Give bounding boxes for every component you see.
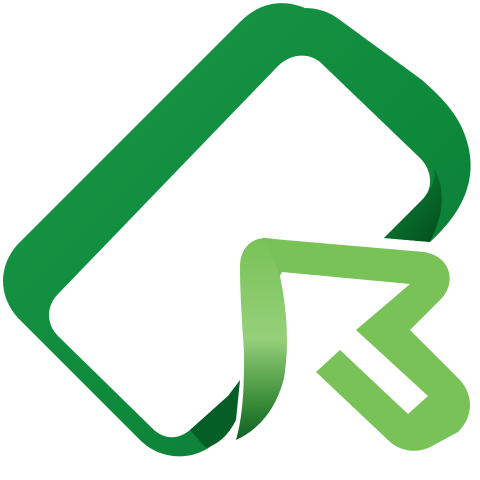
arrow-cursor-shape xyxy=(236,238,470,451)
card-with-arrow-cursor-icon xyxy=(3,3,471,457)
arrow-head xyxy=(262,238,470,451)
card-bottom-shadow xyxy=(190,380,240,448)
card-shape xyxy=(3,3,471,457)
logo-canvas xyxy=(0,0,480,480)
